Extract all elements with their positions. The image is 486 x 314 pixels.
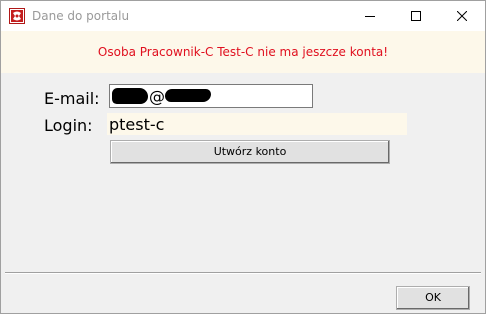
warning-banner: Osoba Pracownik-C Test-C nie ma jeszcze … (1, 31, 485, 73)
redaction-mark (112, 88, 148, 104)
maximize-icon (411, 11, 421, 21)
email-label: E-mail: (44, 89, 100, 108)
close-icon (457, 11, 467, 21)
dialog-window: Dane do portalu Osoba Pracownik-C Test-C… (0, 0, 486, 314)
login-label: Login: (44, 116, 93, 135)
maximize-button[interactable] (393, 1, 439, 31)
ok-button[interactable]: OK (396, 286, 470, 310)
footer-separator (5, 272, 481, 274)
minimize-button[interactable] (347, 1, 393, 31)
redaction-mark (165, 89, 211, 102)
login-value: ptest-c (109, 115, 165, 134)
title-bar[interactable]: Dane do portalu (1, 1, 485, 31)
window-title: Dane do portalu (32, 9, 130, 23)
app-logo-icon (9, 8, 25, 24)
email-field[interactable]: @ (109, 84, 313, 108)
close-button[interactable] (439, 1, 485, 31)
login-field: ptest-c (107, 113, 407, 135)
minimize-icon (365, 16, 375, 17)
banner-message: Osoba Pracownik-C Test-C nie ma jeszcze … (97, 45, 389, 59)
create-account-button[interactable]: Utwórz konto (110, 140, 390, 164)
